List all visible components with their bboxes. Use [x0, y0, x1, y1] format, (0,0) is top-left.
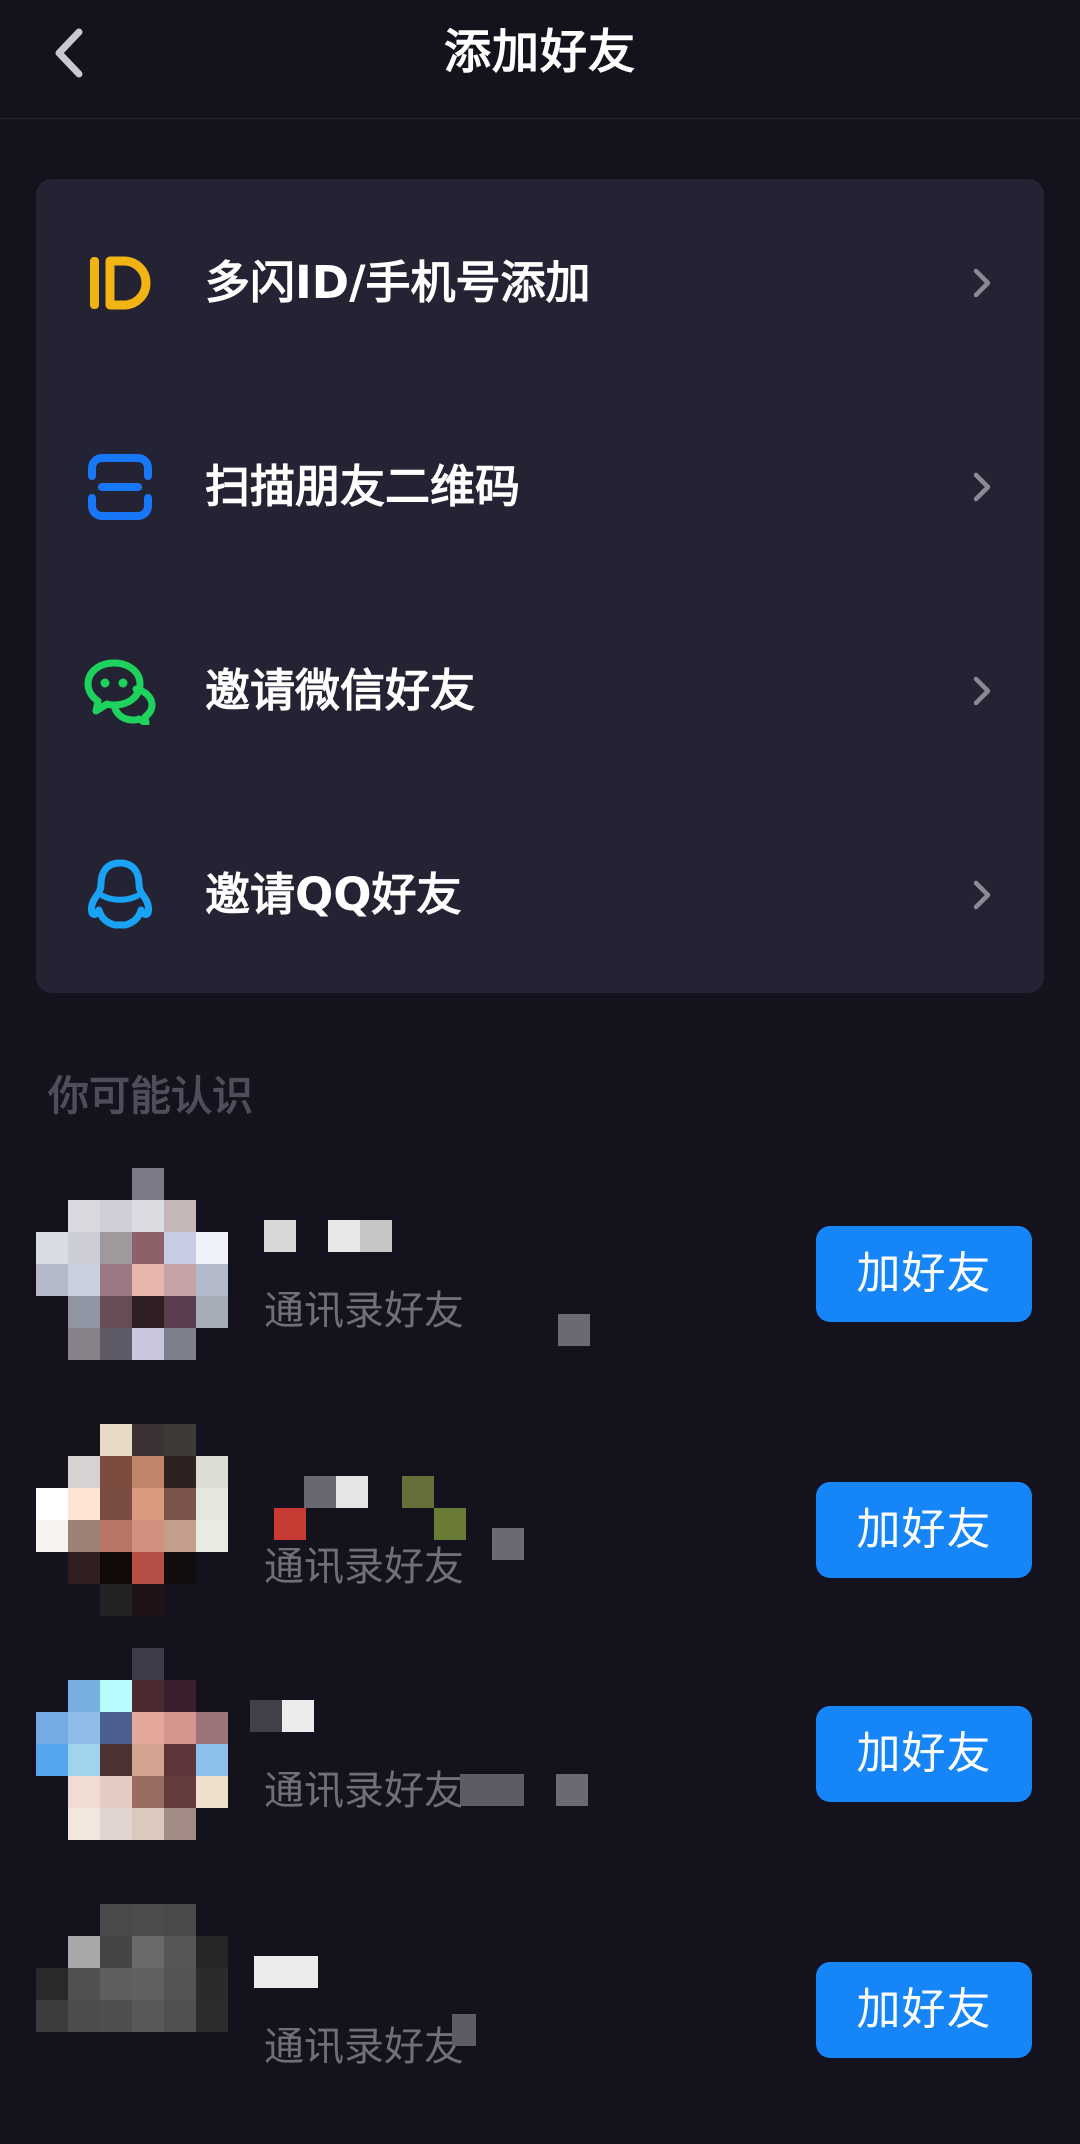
add-friend-button[interactable]: 加好友: [816, 1482, 1032, 1578]
avatar[interactable]: [36, 1168, 228, 1360]
add-friend-button[interactable]: 加好友: [816, 1226, 1032, 1322]
invite-wechat-label: 邀请微信好友: [205, 664, 476, 717]
redacted-block: [492, 1528, 524, 1560]
page-title: 添加好友: [444, 25, 636, 80]
add-options-card: 多闪ID/手机号添加 扫描朋友二维码 邀请微信好友 邀请QQ好友: [36, 179, 1044, 993]
chevron-right-icon: [973, 676, 991, 706]
invite-qq-row[interactable]: 邀请QQ好友: [36, 793, 1044, 997]
id-icon: [84, 247, 156, 319]
add-by-id-label: 多闪ID/手机号添加: [205, 256, 591, 309]
redacted-block: [452, 2014, 476, 2046]
redacted-block: [460, 1774, 524, 1806]
invite-qq-label: 邀请QQ好友: [205, 868, 462, 921]
friend-subtitle: 通讯录好友: [264, 1544, 464, 1590]
friend-item: 通讯录好友 加好友: [0, 1904, 1080, 2144]
scan-qr-label: 扫描朋友二维码: [205, 460, 521, 513]
avatar[interactable]: [36, 1904, 228, 2096]
friend-subtitle: 通讯录好友: [264, 2024, 464, 2070]
avatar[interactable]: [36, 1424, 228, 1616]
section-title: 你可能认识: [48, 1072, 253, 1120]
chevron-right-icon: [973, 472, 991, 502]
friend-subtitle: 通讯录好友: [264, 1768, 464, 1814]
add-friend-button[interactable]: 加好友: [816, 1706, 1032, 1802]
avatar[interactable]: [36, 1648, 228, 1840]
friend-name: [264, 1476, 524, 1540]
top-bar: 添加好友: [0, 0, 1080, 119]
add-friend-button[interactable]: 加好友: [816, 1962, 1032, 2058]
wechat-icon: [84, 655, 156, 727]
scan-icon: [84, 451, 156, 523]
friend-name: [254, 1956, 524, 1988]
scan-qr-row[interactable]: 扫描朋友二维码: [36, 385, 1044, 589]
friend-item: 通讯录好友 加好友: [0, 1168, 1080, 1408]
redacted-block: [558, 1314, 590, 1346]
friend-name: [250, 1700, 524, 1732]
friend-item: 通讯录好友 加好友: [0, 1424, 1080, 1664]
invite-wechat-row[interactable]: 邀请微信好友: [36, 589, 1044, 793]
chevron-right-icon: [973, 880, 991, 910]
friend-item: 通讯录好友 加好友: [0, 1648, 1080, 1888]
friend-name: [264, 1220, 524, 1252]
add-by-id-row[interactable]: 多闪ID/手机号添加: [36, 181, 1044, 385]
qq-icon: [84, 859, 156, 931]
redacted-block: [556, 1774, 588, 1806]
chevron-right-icon: [973, 268, 991, 298]
friend-subtitle: 通讯录好友: [264, 1288, 464, 1334]
